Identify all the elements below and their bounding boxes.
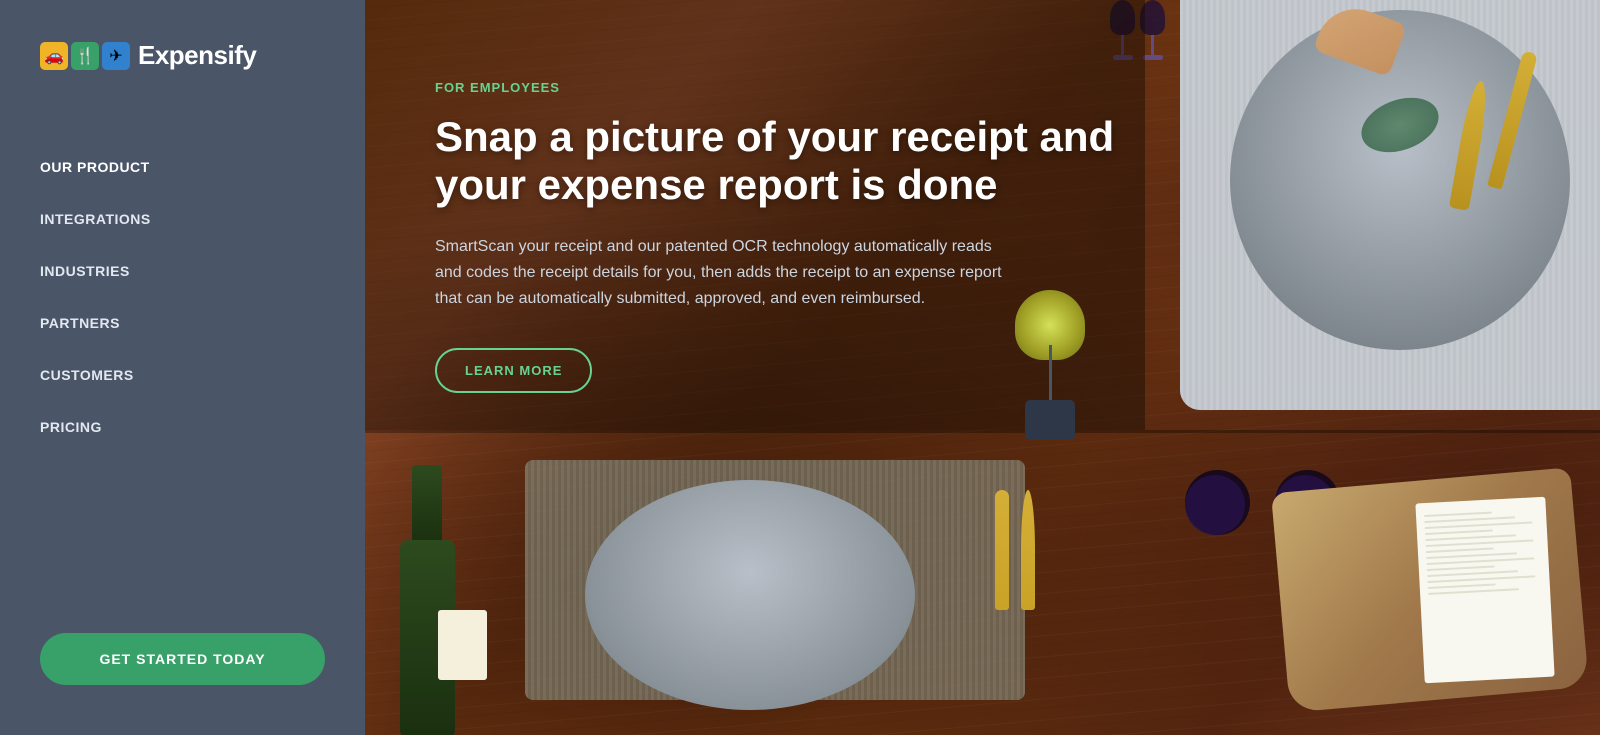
- wine-bottle: [365, 450, 485, 735]
- sidebar: 🚗 🍴 ✈ Expensify OUR PRODUCT INTEGRATIONS…: [0, 0, 365, 735]
- receipt-line: [1425, 529, 1493, 535]
- receipt-line: [1424, 512, 1492, 518]
- receipt-line: [1428, 588, 1519, 595]
- hero-headline: Snap a picture of your receipt and your …: [435, 113, 1115, 210]
- bottom-plate-area: [525, 440, 1065, 730]
- bottle-body: [400, 540, 455, 735]
- sidebar-item-industries[interactable]: INDUSTRIES: [0, 245, 365, 297]
- logo-icon-fork: 🍴: [71, 42, 99, 70]
- sidebar-item-integrations[interactable]: INTEGRATIONS: [0, 193, 365, 245]
- receipt-paper: [1415, 497, 1554, 684]
- fork-bottom: [995, 490, 1009, 610]
- sidebar-item-pricing[interactable]: PRICING: [0, 401, 365, 453]
- get-started-button[interactable]: GET STARTED TODAY: [40, 633, 325, 685]
- main-content: FOR EMPLOYEES Snap a picture of your rec…: [365, 0, 1600, 735]
- section-divider: [365, 430, 1600, 433]
- hero-description: SmartScan your receipt and our patented …: [435, 234, 1015, 313]
- sidebar-item-partners[interactable]: PARTNERS: [0, 297, 365, 349]
- receipt-line: [1425, 521, 1533, 529]
- learn-more-button[interactable]: LEARN MORE: [435, 348, 592, 393]
- bottle-label: [438, 610, 487, 680]
- receipt-line: [1427, 575, 1535, 583]
- logo-icon-car: 🚗: [40, 42, 68, 70]
- receipt-line: [1426, 547, 1494, 553]
- plant-stem: [1049, 345, 1052, 405]
- logo-icons: 🚗 🍴 ✈: [40, 42, 130, 70]
- plant-pot: [1025, 400, 1075, 440]
- plant-decoration: [1005, 290, 1095, 440]
- bottom-plate: [585, 480, 915, 710]
- bottle-neck: [412, 465, 442, 545]
- sidebar-item-our-product[interactable]: OUR PRODUCT: [0, 141, 365, 193]
- cta-area: GET STARTED TODAY: [0, 603, 365, 735]
- eyebrow-label: FOR EMPLOYEES: [435, 80, 1115, 95]
- receipt-line: [1427, 557, 1535, 565]
- receipt-line: [1426, 539, 1534, 547]
- receipt-line: [1428, 583, 1496, 589]
- logo-icon-plane: ✈: [102, 42, 130, 70]
- sidebar-item-customers[interactable]: CUSTOMERS: [0, 349, 365, 401]
- logo-text: Expensify: [138, 40, 256, 71]
- logo-area: 🚗 🍴 ✈ Expensify: [0, 0, 365, 121]
- utensils-bottom: [995, 490, 1035, 610]
- receipt-area: [1200, 460, 1600, 735]
- spoon-bottom: [1021, 490, 1035, 610]
- plate-surface-top-right: [1230, 10, 1570, 350]
- nav-menu: OUR PRODUCT INTEGRATIONS INDUSTRIES PART…: [0, 121, 365, 603]
- receipt-line: [1427, 565, 1495, 571]
